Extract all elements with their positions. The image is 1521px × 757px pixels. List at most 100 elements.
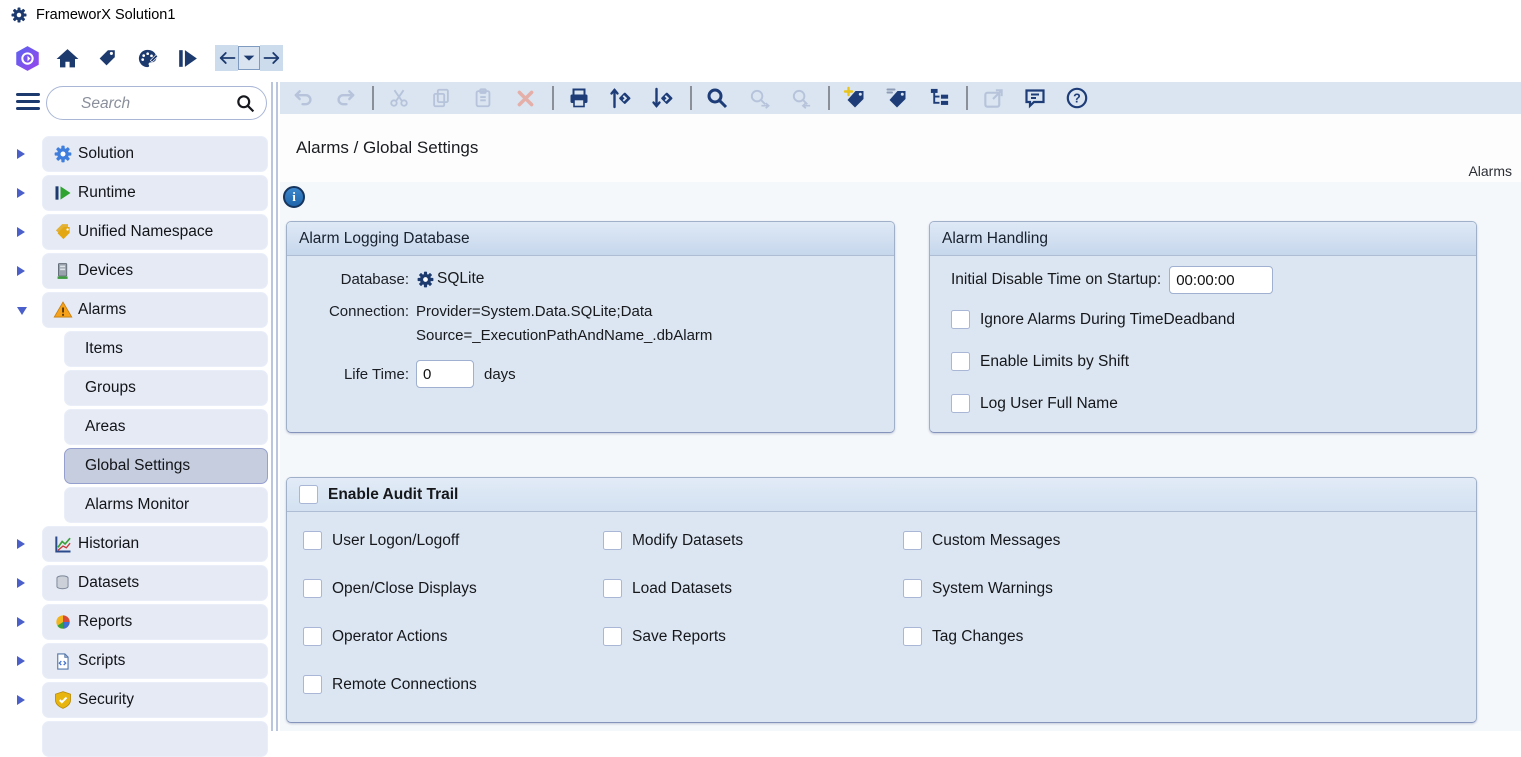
displays-palette-icon[interactable]	[133, 44, 161, 72]
hamburger-menu-icon[interactable]	[16, 93, 40, 113]
nav-menu-chevron-icon[interactable]	[238, 46, 260, 70]
svg-text:?: ?	[1073, 92, 1081, 106]
info-icon[interactable]: i	[283, 186, 305, 208]
sidebar-item-security[interactable]: Security	[42, 682, 268, 718]
cut-icon[interactable]	[386, 85, 412, 111]
help-icon[interactable]: ?	[1064, 85, 1090, 111]
checkbox-modify-datasets[interactable]	[603, 531, 622, 550]
expand-arrow-icon[interactable]	[17, 656, 25, 666]
expand-arrow-icon[interactable]	[17, 617, 25, 627]
feedback-comment-icon[interactable]	[1022, 85, 1048, 111]
sidebar-item-label: Solution	[78, 145, 134, 163]
expand-arrow-icon[interactable]	[17, 188, 25, 198]
checkbox-load-datasets[interactable]	[603, 579, 622, 598]
sidebar-item-label: Reports	[78, 613, 132, 631]
sidebar-item-alarms-global-settings[interactable]: Global Settings	[64, 448, 268, 484]
sidebar-item-datasets[interactable]: Datasets	[42, 565, 268, 601]
runtime-panel-icon[interactable]	[173, 44, 201, 72]
print-icon[interactable]	[566, 85, 592, 111]
find-next-icon[interactable]	[746, 85, 772, 111]
expand-arrow-icon[interactable]	[17, 149, 25, 159]
device-icon	[52, 261, 73, 282]
warning-triangle-icon	[52, 300, 73, 321]
sidebar-row: Unified Namespace	[0, 214, 272, 250]
sidebar-item-alarms-areas[interactable]: Areas	[64, 409, 268, 445]
checkbox-ignore-alarms-timedeadband[interactable]	[951, 310, 970, 329]
checkbox-open-close-displays[interactable]	[303, 579, 322, 598]
sidebar-item-solution[interactable]: Solution	[42, 136, 268, 172]
sidebar-item-runtime[interactable]: Runtime	[42, 175, 268, 211]
database-label: Database:	[297, 271, 409, 288]
checkbox-custom-messages[interactable]	[903, 531, 922, 550]
checkbox-tag-changes[interactable]	[903, 627, 922, 646]
sidebar-row: Datasets	[0, 565, 272, 601]
database-gear-icon[interactable]	[416, 270, 435, 289]
expand-arrow-icon[interactable]	[17, 539, 25, 549]
sidebar-item-scripts[interactable]: Scripts	[42, 643, 268, 679]
expand-arrow-icon[interactable]	[17, 578, 25, 588]
checkbox-system-warnings[interactable]	[903, 579, 922, 598]
search-input[interactable]	[79, 89, 233, 118]
panel-title-text: Enable Audit Trail	[328, 486, 458, 504]
undo-icon[interactable]	[290, 85, 316, 111]
checkbox-remote-connections[interactable]	[303, 675, 322, 694]
audit-column-1: User Logon/Logoff Open/Close Displays Op…	[303, 531, 477, 694]
checkbox-label: User Logon/Logoff	[332, 532, 459, 550]
sidebar-row: Reports	[0, 604, 272, 640]
lifetime-input[interactable]	[416, 360, 474, 388]
connection-line1: Provider=System.Data.SQLite;Data	[416, 303, 652, 320]
sidebar-item-alarms-items[interactable]: Items	[64, 331, 268, 367]
tag-tree-icon[interactable]	[926, 85, 952, 111]
sidebar-item-historian[interactable]: Historian	[42, 526, 268, 562]
app-gear-icon	[10, 6, 28, 24]
runtime-play-icon	[52, 183, 73, 204]
checkbox-label: Ignore Alarms During TimeDeadband	[980, 311, 1235, 329]
copy-icon[interactable]	[428, 85, 454, 111]
nav-forward-icon[interactable]	[260, 45, 283, 71]
checkbox-enable-limits-by-shift[interactable]	[951, 352, 970, 371]
paste-icon[interactable]	[470, 85, 496, 111]
open-in-new-window-icon[interactable]	[980, 85, 1006, 111]
checkbox-label: Tag Changes	[932, 628, 1023, 646]
sidebar-item-alarms-groups[interactable]: Groups	[64, 370, 268, 406]
expand-arrow-icon[interactable]	[17, 227, 25, 237]
new-tag-icon[interactable]	[842, 85, 868, 111]
expand-arrow-icon[interactable]	[17, 695, 25, 705]
checkbox-operator-actions[interactable]	[303, 627, 322, 646]
search-box	[46, 86, 267, 120]
window-title: FrameworX Solution1	[36, 7, 175, 23]
expand-arrow-icon[interactable]	[17, 266, 25, 276]
collapse-arrow-icon[interactable]	[17, 307, 27, 315]
sidebar-item-alarms-monitor[interactable]: Alarms Monitor	[64, 487, 268, 523]
search-toolbar-icon[interactable]	[704, 85, 730, 111]
checkbox-label: Load Datasets	[632, 580, 732, 598]
search-icon[interactable]	[235, 93, 256, 114]
checkbox-enable-audit-trail[interactable]	[299, 485, 318, 504]
delete-icon[interactable]	[512, 85, 538, 111]
database-value: SQLite	[437, 270, 484, 288]
initial-disable-time-input[interactable]	[1169, 266, 1273, 294]
checkbox-save-reports[interactable]	[603, 627, 622, 646]
sidebar-splitter[interactable]	[271, 82, 278, 731]
nav-back-icon[interactable]	[215, 45, 238, 71]
export-icon[interactable]	[650, 85, 676, 111]
framework-logo-icon[interactable]	[13, 44, 41, 72]
checkbox-log-user-full-name[interactable]	[951, 394, 970, 413]
sidebar-item-alarms[interactable]: Alarms	[42, 292, 268, 328]
import-icon[interactable]	[608, 85, 634, 111]
sidebar-row: Security	[0, 682, 272, 718]
home-icon[interactable]	[53, 44, 81, 72]
redo-icon[interactable]	[332, 85, 358, 111]
tag-icon[interactable]	[93, 44, 121, 72]
checkbox-label: Open/Close Displays	[332, 580, 477, 598]
sidebar-item-devices[interactable]: Devices	[42, 253, 268, 289]
sidebar-item-partial[interactable]	[42, 721, 268, 757]
panel-title-text: Alarm Handling	[942, 230, 1048, 248]
find-previous-icon[interactable]	[788, 85, 814, 111]
edit-tag-icon[interactable]	[884, 85, 910, 111]
sidebar-item-reports[interactable]: Reports	[42, 604, 268, 640]
main-area: ? Alarms / Global Settings Alarms i Alar…	[280, 82, 1521, 731]
sidebar-item-unified-namespace[interactable]: Unified Namespace	[42, 214, 268, 250]
checkbox-user-logon-logoff[interactable]	[303, 531, 322, 550]
pie-chart-icon	[52, 612, 73, 633]
